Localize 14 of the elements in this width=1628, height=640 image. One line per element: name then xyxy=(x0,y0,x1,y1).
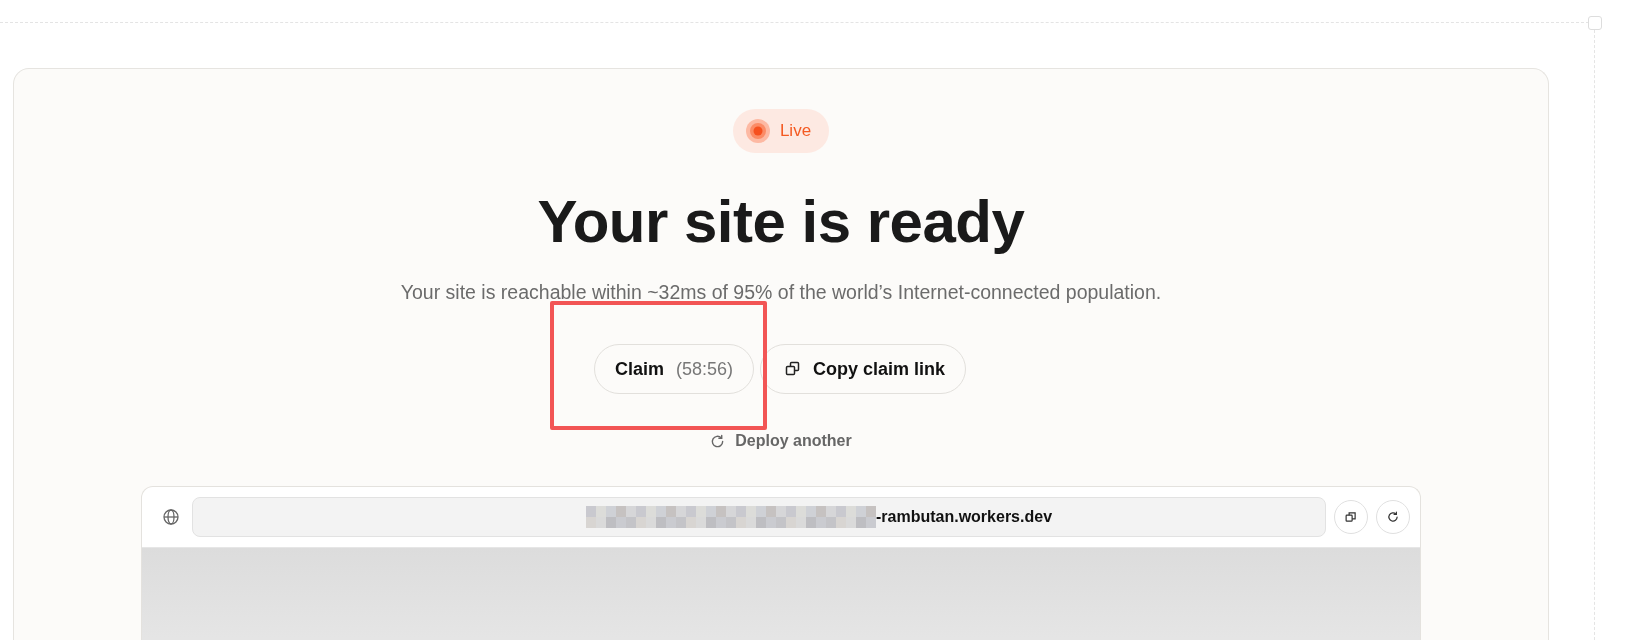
refresh-icon[interactable] xyxy=(1376,500,1410,534)
globe-icon xyxy=(162,508,180,526)
url-text: -rambutan.workers.dev xyxy=(875,508,1053,526)
copy-icon xyxy=(785,361,801,377)
subtitle: Your site is reachable within ~32ms of 95% of the world’s Internet-connected population. xyxy=(400,281,1162,304)
claim-button[interactable]: Claim (58:56) xyxy=(593,344,754,394)
copy-icon[interactable] xyxy=(1334,500,1368,534)
page-heading: Your site is ready xyxy=(537,189,1025,255)
badge-label: Live xyxy=(779,121,812,141)
url-field[interactable]: -rambutan.workers.dev xyxy=(192,497,1326,537)
resize-handle[interactable] xyxy=(1588,16,1602,30)
refresh-icon xyxy=(710,433,726,449)
deploy-another-link[interactable]: Deploy another xyxy=(710,432,852,450)
copy-claim-link-button[interactable]: Copy claim link xyxy=(760,344,967,394)
